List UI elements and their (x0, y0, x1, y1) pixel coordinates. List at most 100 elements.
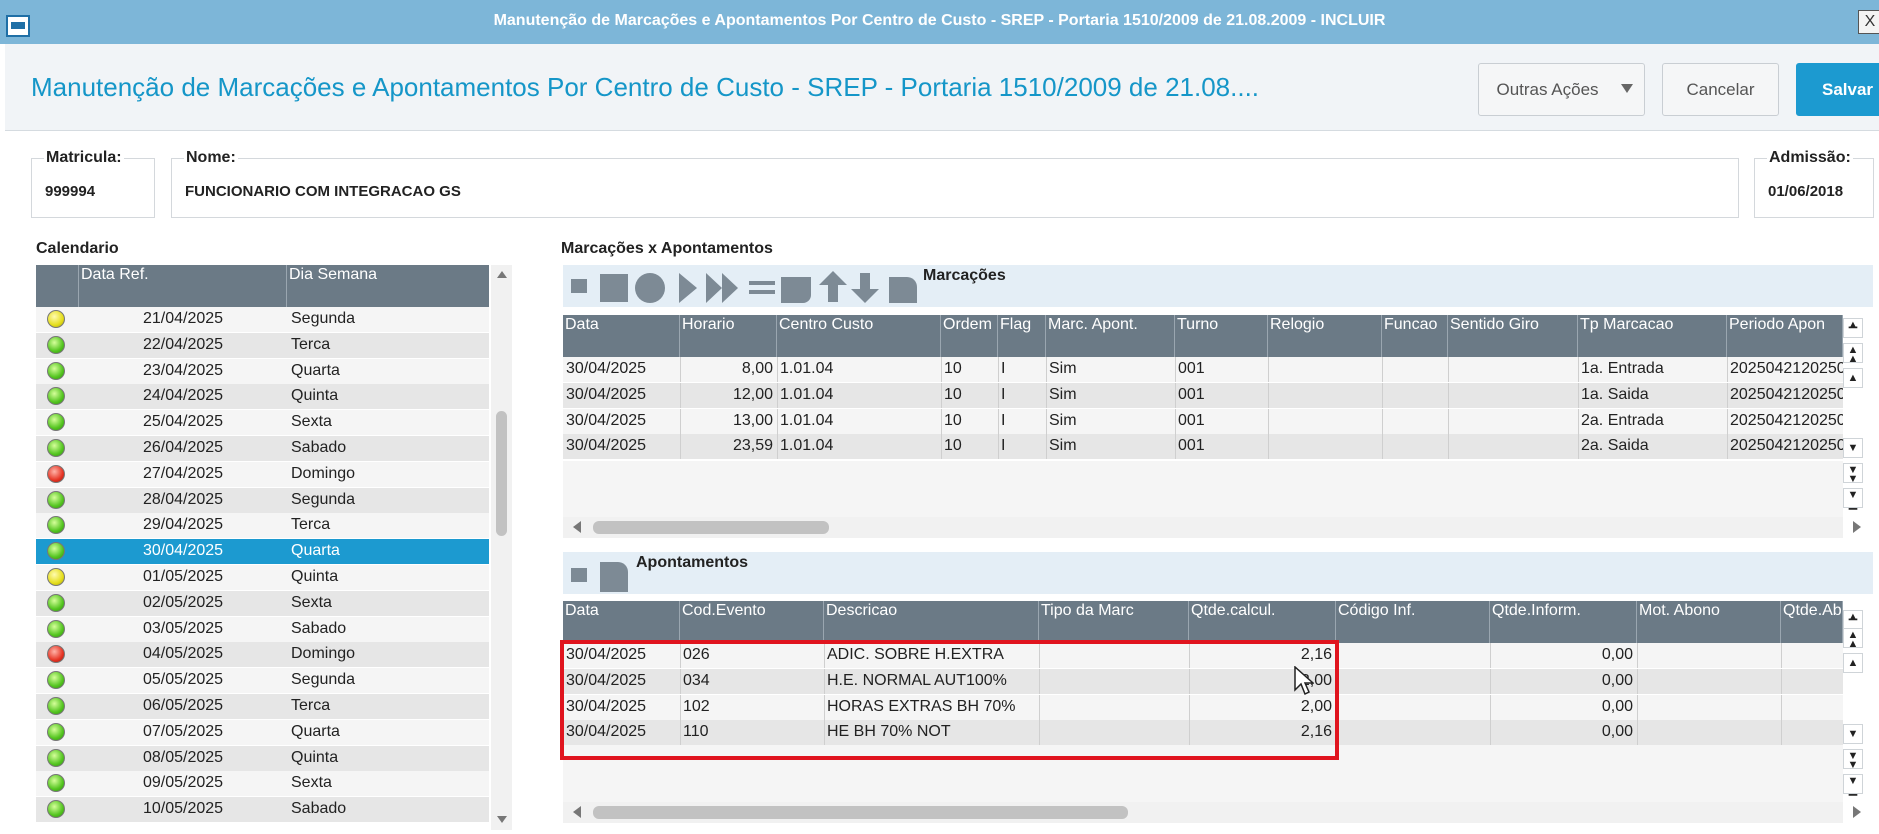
salvar-button[interactable]: Salvar (1796, 63, 1879, 116)
hand-icon[interactable] (781, 277, 811, 303)
col-header[interactable]: Horario (680, 315, 777, 357)
scroll-thumb[interactable] (496, 411, 507, 536)
scroll-down-icon[interactable] (497, 816, 507, 823)
table-row[interactable]: 30/04/2025 13,00 1.01.04 10 I Sim 001 2a. Entra… (563, 408, 1843, 434)
col-header[interactable]: Data Ref. (79, 265, 287, 307)
col-header[interactable]: Cod.Evento (680, 601, 824, 643)
calendario-row[interactable]: 23/04/2025 Quarta (36, 358, 489, 384)
col-header[interactable]: Código Inf. (1336, 601, 1490, 643)
scroll-right-icon[interactable] (1853, 521, 1861, 533)
calendario-row[interactable]: 03/05/2025 Sabado (36, 616, 489, 642)
date-cell: 25/04/2025 (142, 413, 224, 431)
table-row[interactable]: 30/04/2025 12,00 1.01.04 10 I Sim 001 1a. Saida… (563, 382, 1843, 408)
document-icon[interactable] (889, 277, 917, 303)
scroll-thumb[interactable] (593, 806, 1128, 819)
outras-acoes-button[interactable]: Outras Ações (1478, 63, 1645, 116)
col-header[interactable]: Relogio (1268, 315, 1382, 357)
nav-page-up-button[interactable]: ▲ ▲ (1843, 628, 1863, 650)
arrow-down-icon[interactable] (851, 289, 879, 303)
table-cell: 30/04/2025 (566, 360, 647, 377)
nav-last-button[interactable]: ▼ ▁ (1843, 488, 1863, 510)
arrow-right-icon[interactable] (571, 568, 587, 582)
nome-field[interactable]: Nome: FUNCIONARIO COM INTEGRACAO GS (171, 149, 1739, 218)
window-close-button[interactable]: X (1858, 10, 1879, 34)
cancelar-button[interactable]: Cancelar (1662, 63, 1779, 116)
table-row[interactable]: 30/04/2025 102 HORAS EXTRAS BH 70% 2,00 0,00 (563, 694, 1843, 720)
col-header[interactable]: Tp Marcacao (1578, 315, 1727, 357)
table-row[interactable]: 30/04/2025 110 HE BH 70% NOT 2,16 0,00 (563, 720, 1843, 746)
col-header[interactable]: Marc. Apont. (1046, 315, 1175, 357)
calendario-row[interactable]: 28/04/2025 Segunda (36, 487, 489, 513)
col-header[interactable]: Ordem (941, 315, 998, 357)
table-row[interactable]: 30/04/2025 8,00 1.01.04 10 I Sim 001 1a. Entrad… (563, 357, 1843, 382)
col-header[interactable]: Descricao (824, 601, 1039, 643)
col-header[interactable]: Centro Custo (777, 315, 941, 357)
calendario-row[interactable]: 29/04/2025 Terca (36, 513, 489, 539)
nav-down-button[interactable]: ▼ (1843, 438, 1863, 458)
nav-up-button[interactable]: ▲ (1843, 653, 1863, 673)
scroll-right-icon[interactable] (1853, 806, 1861, 818)
table-cell: Sim (1049, 385, 1077, 403)
marcacoes-hscrollbar[interactable] (563, 517, 1843, 538)
nav-page-up-button[interactable]: ▲ ▲ (1843, 343, 1863, 365)
square-icon[interactable] (600, 274, 628, 302)
col-header[interactable]: Turno (1175, 315, 1268, 357)
column-divider (1578, 357, 1579, 382)
col-header[interactable]: Periodo Apon (1727, 315, 1843, 357)
status-green-icon (47, 439, 65, 457)
nav-first-button[interactable]: ▲ ▔ (1843, 318, 1863, 340)
calendario-row[interactable]: 06/05/2025 Terca (36, 694, 489, 719)
nav-first-button[interactable]: ▲ ▔ (1843, 610, 1863, 632)
calendario-row[interactable]: 04/05/2025 Domingo (36, 642, 489, 668)
table-cell: 20250421202505 (1730, 385, 1843, 403)
calendario-row[interactable]: 25/04/2025 Sexta (36, 410, 489, 436)
scroll-thumb[interactable] (593, 521, 829, 534)
col-header[interactable]: Mot. Abono (1637, 601, 1781, 643)
document-icon[interactable] (600, 562, 628, 592)
admissao-field[interactable]: Admissão: 01/06/2018 (1754, 149, 1874, 218)
calendario-row[interactable]: 05/05/2025 Segunda (36, 668, 489, 694)
nav-last-button[interactable]: ▼ ▁ (1843, 774, 1863, 796)
calendario-scrollbar[interactable] (491, 265, 512, 830)
calendario-row[interactable]: 26/04/2025 Sabado (36, 436, 489, 461)
calendario-row[interactable]: 08/05/2025 Quinta (36, 745, 489, 771)
scroll-left-icon[interactable] (573, 521, 581, 533)
nav-up-button[interactable]: ▲ (1843, 368, 1863, 388)
col-header[interactable]: Funcao (1382, 315, 1448, 357)
calendario-row[interactable]: 07/05/2025 Quarta (36, 719, 489, 745)
fast-forward-icon[interactable] (706, 273, 722, 303)
col-header[interactable]: Dia Semana (287, 265, 489, 307)
calendario-row[interactable]: 09/05/2025 Sexta (36, 771, 489, 797)
table-row[interactable]: 30/04/2025 026 ADIC. SOBRE H.EXTRA 2,16 0,00 (563, 643, 1843, 668)
nav-page-down-button[interactable]: ▼ ▼ (1843, 749, 1863, 771)
arrow-right-icon[interactable] (571, 279, 587, 293)
nav-page-down-button[interactable]: ▼ ▼ (1843, 463, 1863, 485)
calendario-row[interactable]: 24/04/2025 Quinta (36, 384, 489, 410)
equals-icon[interactable] (749, 281, 775, 285)
scroll-up-icon[interactable] (497, 271, 507, 278)
col-header[interactable]: Qtde.Abono (1781, 601, 1843, 643)
circle-icon[interactable] (635, 273, 665, 303)
calendario-row[interactable]: 01/05/2025 Quinta (36, 565, 489, 590)
calendario-row[interactable]: 10/05/2025 Sabado (36, 797, 489, 823)
matricula-field[interactable]: Matricula: 999994 (31, 149, 155, 218)
nav-down-button[interactable]: ▼ (1843, 724, 1863, 744)
col-header[interactable]: Qtde.Inform. (1490, 601, 1637, 643)
calendario-row[interactable]: 30/04/2025 Quarta (36, 539, 489, 565)
col-header[interactable]: Flag (998, 315, 1046, 357)
col-header[interactable]: Sentido Giro (1448, 315, 1578, 357)
col-header[interactable]: Data (563, 601, 680, 643)
calendario-row[interactable]: 21/04/2025 Segunda (36, 307, 489, 332)
calendario-row[interactable]: 27/04/2025 Domingo (36, 461, 489, 487)
play-icon[interactable] (679, 273, 697, 303)
col-header[interactable]: Data (563, 315, 680, 357)
scroll-left-icon[interactable] (573, 806, 581, 818)
table-row[interactable]: 30/04/2025 23,59 1.01.04 10 I Sim 001 2a. Saida… (563, 434, 1843, 460)
apontamentos-hscrollbar[interactable] (563, 802, 1843, 823)
calendario-row[interactable]: 02/05/2025 Sexta (36, 590, 489, 616)
col-header[interactable]: Tipo da Marc (1039, 601, 1189, 643)
table-row[interactable]: 30/04/2025 034 H.E. NORMAL AUT100% 2,00 0,00 (563, 668, 1843, 694)
calendario-row[interactable]: 22/04/2025 Terca (36, 332, 489, 358)
arrow-up-icon[interactable] (819, 271, 847, 285)
col-header[interactable]: Qtde.calcul. (1189, 601, 1336, 643)
